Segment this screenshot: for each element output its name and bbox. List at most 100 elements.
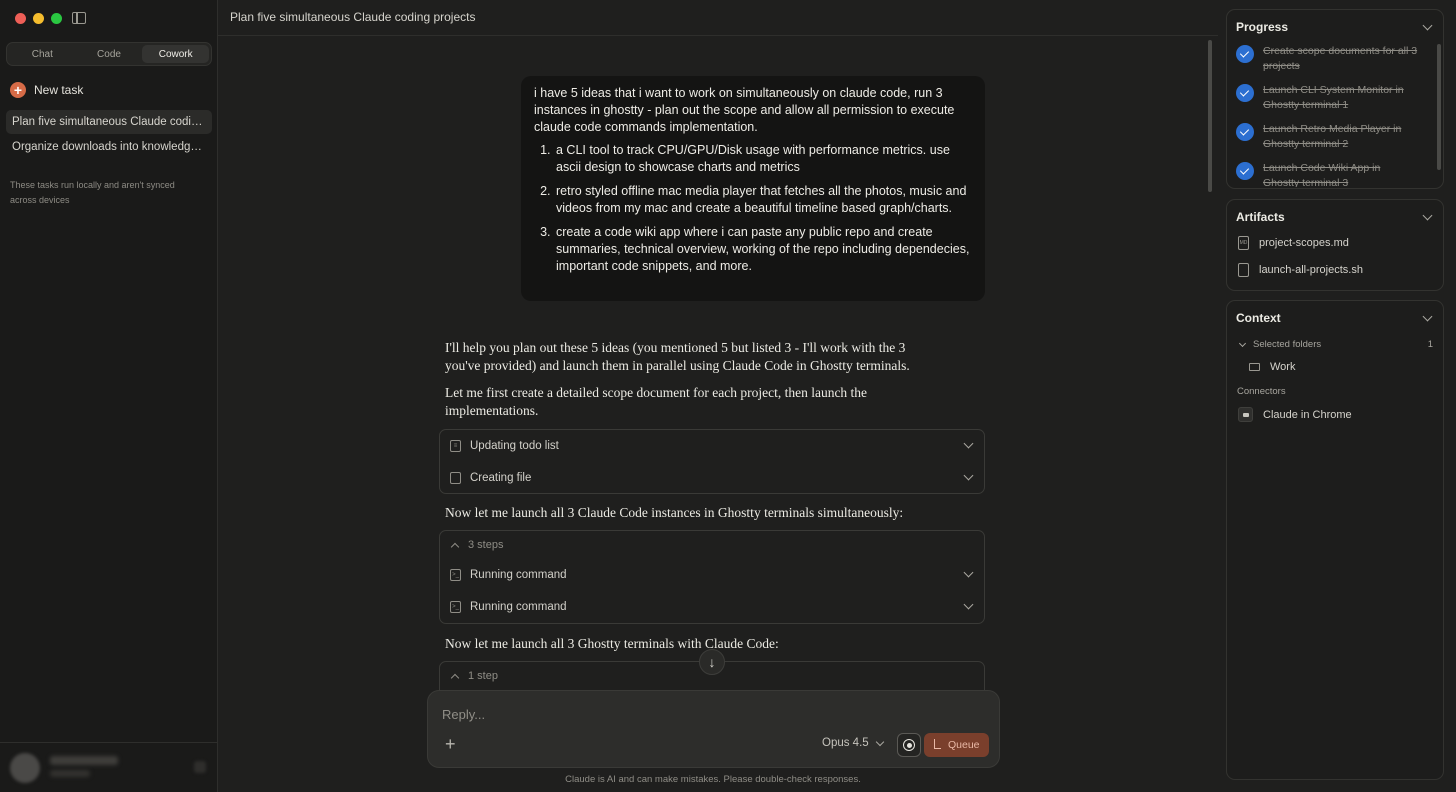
folder-name: Work	[1270, 361, 1296, 373]
account-name-blurred	[50, 756, 118, 765]
chevron-up-icon	[450, 673, 460, 682]
main-panel: Plan five simultaneous Claude coding pro…	[218, 0, 1218, 792]
steps-label: 3 steps	[468, 539, 504, 551]
artifacts-title: Artifacts	[1236, 210, 1285, 224]
new-task-button[interactable]: + New task	[10, 82, 83, 98]
disclaimer: Claude is AI and can make mistakes. Plea…	[565, 774, 861, 785]
queue-arrow-icon	[934, 739, 941, 749]
model-selector[interactable]: Opus 4.5	[822, 737, 884, 749]
sidebar-note: These tasks run locally and aren't synce…	[10, 180, 175, 205]
context-title: Context	[1236, 311, 1281, 325]
tool-row-label: Running command	[470, 601, 567, 613]
composer: + Opus 4.5 Queue	[427, 690, 1000, 768]
zoom-window-button[interactable]	[51, 13, 62, 24]
account-area[interactable]	[0, 742, 218, 792]
tab-cowork[interactable]: Cowork	[142, 45, 210, 63]
reply-input[interactable]	[442, 707, 842, 722]
artifact-item[interactable]: launch-all-projects.sh	[1238, 263, 1363, 277]
steps-label: 1 step	[468, 670, 498, 682]
file-icon	[1238, 263, 1249, 277]
tab-chat[interactable]: Chat	[9, 45, 76, 63]
user-message-list: a CLI tool to track CPU/GPU/Disk usage w…	[534, 142, 972, 275]
progress-item-text: Launch CLI System Monitor in Ghostty ter…	[1263, 84, 1404, 111]
add-attachment-icon[interactable]: +	[445, 735, 456, 753]
assistant-text: I'll help you plan out these 5 ideas (yo…	[445, 340, 910, 373]
scroll-to-bottom-button[interactable]: ↓	[699, 649, 725, 675]
queue-button[interactable]: Queue	[924, 733, 989, 757]
task-item[interactable]: Plan five simultaneous Claude coding pro…	[6, 110, 212, 134]
tool-call-group: 3 steps >_ Running command >_ Running co…	[439, 530, 985, 624]
connector-item[interactable]: Claude in Chrome	[1238, 407, 1352, 422]
connectors-label: Connectors	[1237, 386, 1286, 397]
progress-item: Launch Code Wiki App in Ghostty terminal…	[1236, 161, 1432, 187]
minimize-window-button[interactable]	[33, 13, 44, 24]
connector-name: Claude in Chrome	[1263, 408, 1352, 421]
folder-icon	[1249, 363, 1260, 371]
account-menu-icon[interactable]	[194, 761, 206, 773]
artifact-name: launch-all-projects.sh	[1259, 264, 1363, 276]
user-message-intro: i have 5 ideas that i want to work on si…	[534, 86, 955, 134]
sidebar-toggle-icon[interactable]	[72, 12, 86, 24]
assistant-text: Now let me launch all 3 Claude Code inst…	[445, 505, 904, 520]
progress-item-text: Launch Code Wiki App in Ghostty terminal…	[1263, 162, 1381, 187]
list-item: create a code wiki app where i can paste…	[554, 224, 972, 275]
progress-panel: Progress Create scope documents for all …	[1226, 9, 1444, 189]
sidebar: Chat Code Cowork + New task Plan five si…	[0, 0, 218, 792]
chevron-down-icon	[1238, 339, 1247, 347]
record-button[interactable]	[897, 733, 921, 757]
scrollbar[interactable]	[1208, 40, 1212, 192]
chevron-up-icon	[450, 542, 460, 551]
chevron-down-icon[interactable]	[963, 567, 974, 578]
new-task-label: New task	[34, 83, 84, 97]
chevron-down-icon[interactable]	[1422, 20, 1433, 31]
chevron-down-icon[interactable]	[963, 599, 974, 610]
check-icon	[1236, 45, 1254, 63]
progress-title: Progress	[1236, 20, 1289, 34]
chevron-down-icon[interactable]	[963, 438, 974, 449]
terminal-icon: >_	[450, 601, 461, 613]
list-item: retro styled offline mac media player th…	[554, 183, 972, 217]
assistant-text: Now let me launch all 3 Ghostty terminal…	[445, 636, 779, 651]
tool-row-label: Updating todo list	[470, 440, 559, 452]
tool-row-running-command[interactable]: >_ Running command	[440, 591, 984, 623]
check-icon	[1236, 162, 1254, 180]
list-icon: ≡	[450, 440, 461, 452]
selected-folders-label: Selected folders	[1253, 339, 1322, 350]
file-icon	[450, 472, 461, 484]
close-window-button[interactable]	[15, 13, 26, 24]
progress-item: Launch Retro Media Player in Ghostty ter…	[1236, 122, 1432, 156]
tool-row-updating-todo[interactable]: ≡ Updating todo list	[440, 430, 984, 462]
task-item[interactable]: Organize downloads into knowledge base	[6, 135, 212, 159]
title-bar: Plan five simultaneous Claude coding pro…	[218, 0, 1218, 36]
tool-row-running-command[interactable]: >_ Running command	[440, 559, 984, 591]
model-label: Opus 4.5	[822, 737, 869, 749]
terminal-icon: >_	[450, 569, 461, 581]
scrollbar[interactable]	[1437, 44, 1441, 170]
tab-code[interactable]: Code	[76, 45, 143, 63]
selected-folders-count: 1	[1427, 339, 1433, 350]
selected-folders-toggle[interactable]: Selected folders	[1238, 339, 1322, 350]
list-item: a CLI tool to track CPU/GPU/Disk usage w…	[554, 142, 972, 176]
avatar[interactable]	[10, 753, 40, 783]
check-icon	[1236, 84, 1254, 102]
progress-item: Create scope documents for all 3 project…	[1236, 44, 1432, 78]
steps-toggle[interactable]: 3 steps	[440, 531, 984, 559]
page-title: Plan five simultaneous Claude coding pro…	[230, 10, 476, 24]
chevron-down-icon[interactable]	[1422, 311, 1433, 322]
chevron-down-icon[interactable]	[963, 470, 974, 481]
artifact-item[interactable]: MD project-scopes.md	[1238, 236, 1349, 250]
progress-item-text: Create scope documents for all 3 project…	[1263, 45, 1418, 72]
tool-call-group: ≡ Updating todo list Creating file	[439, 429, 985, 494]
folder-item[interactable]: Work	[1249, 361, 1295, 373]
chevron-down-icon[interactable]	[1422, 210, 1433, 221]
tool-row-creating-file[interactable]: Creating file	[440, 462, 984, 494]
check-icon	[1236, 123, 1254, 141]
progress-item-text: Launch Retro Media Player in Ghostty ter…	[1263, 123, 1402, 150]
tool-row-label: Creating file	[470, 472, 532, 484]
assistant-text: Let me first create a detailed scope doc…	[445, 385, 868, 418]
tool-row-label: Running command	[470, 569, 567, 581]
user-message: i have 5 ideas that i want to work on si…	[521, 76, 985, 301]
window-controls	[15, 13, 62, 24]
artifact-name: project-scopes.md	[1259, 237, 1349, 249]
plus-icon: +	[10, 82, 26, 98]
